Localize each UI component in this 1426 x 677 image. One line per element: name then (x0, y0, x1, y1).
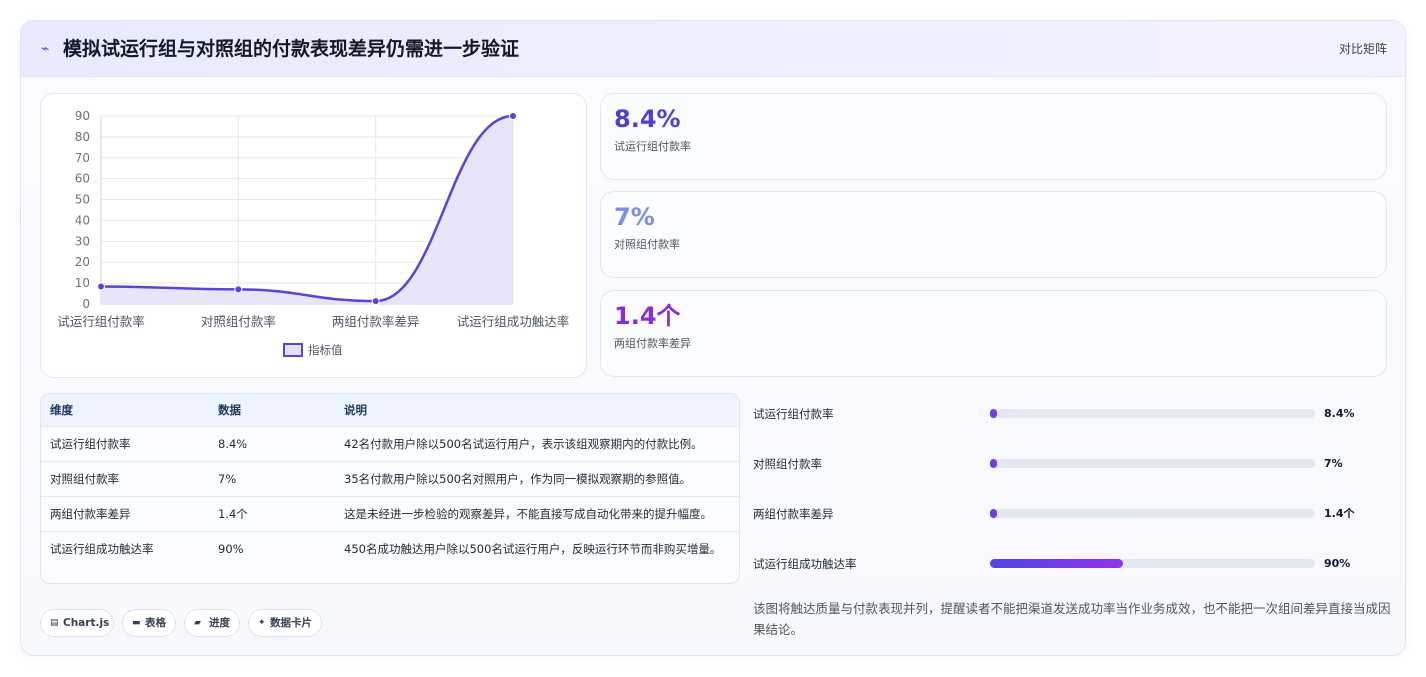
progress-value: 90% (1324, 557, 1351, 570)
table-cell: 7% (218, 472, 237, 486)
data-point (234, 285, 243, 294)
y-tick-label: 10 (75, 276, 90, 290)
chip-progress[interactable]: ▰ 进度 (184, 609, 240, 637)
x-tick-label: 两组付款率差异 (332, 314, 420, 329)
progress-label: 两组付款率差异 (753, 507, 834, 521)
y-tick-label: 20 (75, 255, 90, 269)
table-cell: 对照组付款率 (50, 472, 119, 486)
chip-label: 表格 (145, 617, 166, 629)
kpi-value: 1.4个 (614, 302, 681, 330)
table-cell: 两组付款率差异 (50, 507, 131, 521)
progress-track (990, 459, 1315, 468)
progress-fill (990, 559, 1124, 568)
table-header-dimension: 维度 (50, 403, 73, 417)
table-cell: 35名付款用户除以500名对照用户，作为同一模拟观察期的参照值。 (344, 472, 692, 486)
table-row: 试运行组成功触达率 90% 450名成功触达用户除以500名试运行用户，反映运行… (41, 532, 739, 583)
chip-label: 进度 (209, 617, 230, 629)
y-tick-label: 30 (75, 234, 90, 248)
y-tick-label: 60 (75, 172, 90, 186)
progress-fill (990, 409, 997, 418)
card-header: ⌁ 模拟试运行组与对照组的付款表现差异仍需进一步验证 对比矩阵 (21, 21, 1405, 77)
table-cell: 试运行组成功触达率 (50, 542, 154, 556)
table-cell: 这是未经进一步检验的观察差异，不能直接写成自动化带来的提升幅度。 (344, 507, 712, 521)
table-cell: 450名成功触达用户除以500名试运行用户，反映运行环节而非购买增量。 (344, 542, 722, 556)
x-tick-label: 对照组付款率 (201, 314, 276, 329)
table-row: 两组付款率差异 1.4个 这是未经进一步检验的观察差异，不能直接写成自动化带来的… (41, 497, 739, 532)
progress-bars: 试运行组付款率 8.4% 对照组付款率 7% 两组付款率差异 1.4个 试运行组… (753, 393, 1373, 593)
kpi-card-control-payment-rate: 7% 对照组付款率 (600, 191, 1387, 278)
progress-label: 试运行组付款率 (753, 407, 834, 421)
chip-data-card[interactable]: ✦ 数据卡片 (248, 609, 322, 637)
kpi-value: 8.4% (614, 105, 681, 133)
table-cell: 8.4% (218, 437, 248, 451)
progress-track (990, 559, 1315, 568)
data-point (97, 282, 105, 291)
table-icon: ▬ (132, 618, 141, 628)
progress-label: 试运行组成功触达率 (753, 557, 857, 571)
x-tick-label: 试运行组付款率 (57, 314, 145, 329)
y-tick-label: 90 (75, 109, 90, 123)
progress-icon: ▰ (194, 618, 201, 628)
legend-swatch (283, 343, 303, 357)
table-cell: 42名付款用户除以500名试运行用户，表示该组观察期内的付款比例。 (344, 437, 703, 451)
chip-table[interactable]: ▬ 表格 (122, 609, 176, 637)
series-area (101, 116, 513, 304)
chip-chartjs[interactable]: ▤ Chart.js (40, 609, 114, 637)
chart-icon: ▤ (50, 618, 59, 628)
kpi-card-payment-rate-difference: 1.4个 两组付款率差异 (600, 290, 1387, 377)
kpi-label: 两组付款率差异 (614, 337, 691, 350)
table-row: 试运行组付款率 8.4% 42名付款用户除以500名试运行用户，表示该组观察期内… (41, 427, 739, 462)
progress-track (990, 509, 1315, 518)
chart-note: 该图将触达质量与付款表现并列，提醒读者不能把渠道发送成功率当作业务成效，也不能把… (753, 601, 1391, 637)
chip-label: Chart.js (63, 617, 110, 629)
y-tick-label: 80 (75, 130, 90, 144)
progress-value: 7% (1324, 457, 1343, 470)
card-icon: ✦ (258, 618, 266, 628)
table-cell: 90% (218, 542, 244, 556)
progress-track (990, 409, 1315, 418)
x-tick-label: 试运行组成功触达率 (457, 314, 570, 329)
kpi-label: 试运行组付款率 (614, 140, 691, 153)
y-tick-label: 40 (75, 213, 90, 227)
legend-label: 指标值 (308, 343, 343, 357)
progress-value: 8.4% (1324, 407, 1355, 420)
kpi-card-trial-payment-rate: 8.4% 试运行组付款率 (600, 93, 1387, 180)
progress-value: 1.4个 (1324, 507, 1355, 520)
y-tick-label: 0 (82, 297, 90, 311)
trend-icon: ⌁ (41, 41, 50, 57)
chip-label: 数据卡片 (270, 617, 312, 629)
table-header-description: 说明 (344, 403, 367, 417)
comparison-matrix-label: 对比矩阵 (1338, 42, 1387, 56)
kpi-label: 对照组付款率 (614, 238, 680, 251)
kpi-value: 7% (614, 203, 655, 231)
table-row: 对照组付款率 7% 35名付款用户除以500名对照用户，作为同一模拟观察期的参照… (41, 462, 739, 497)
data-point (371, 297, 380, 306)
table-header-data: 数据 (218, 403, 241, 417)
comparison-card: ⌁ 模拟试运行组与对照组的付款表现差异仍需进一步验证 对比矩阵 0 10 20 30 4… (20, 20, 1406, 656)
y-tick-label: 50 (75, 193, 90, 207)
table-cell: 试运行组付款率 (50, 437, 131, 451)
progress-fill (990, 459, 997, 468)
table-header-row: 维度 数据 说明 (41, 394, 739, 427)
data-point (509, 112, 517, 120)
data-table: 维度 数据 说明 试运行组付款率 8.4% 42名付款用户除以500名试运行用户… (40, 393, 740, 584)
progress-label: 对照组付款率 (753, 457, 822, 471)
page-title: 模拟试运行组与对照组的付款表现差异仍需进一步验证 (63, 38, 520, 60)
area-chart: 0 10 20 30 40 50 60 70 80 90 试运行组付款率 对照组付款率 两组付款率差异 试… (40, 93, 587, 378)
y-tick-label: 70 (75, 151, 90, 165)
chart-svg: 0 10 20 30 40 50 60 70 80 90 试运行组付款率 对照组付款率 两组付款率差异 试… (57, 109, 570, 357)
progress-fill (990, 509, 997, 518)
table-cell: 1.4个 (218, 507, 248, 521)
